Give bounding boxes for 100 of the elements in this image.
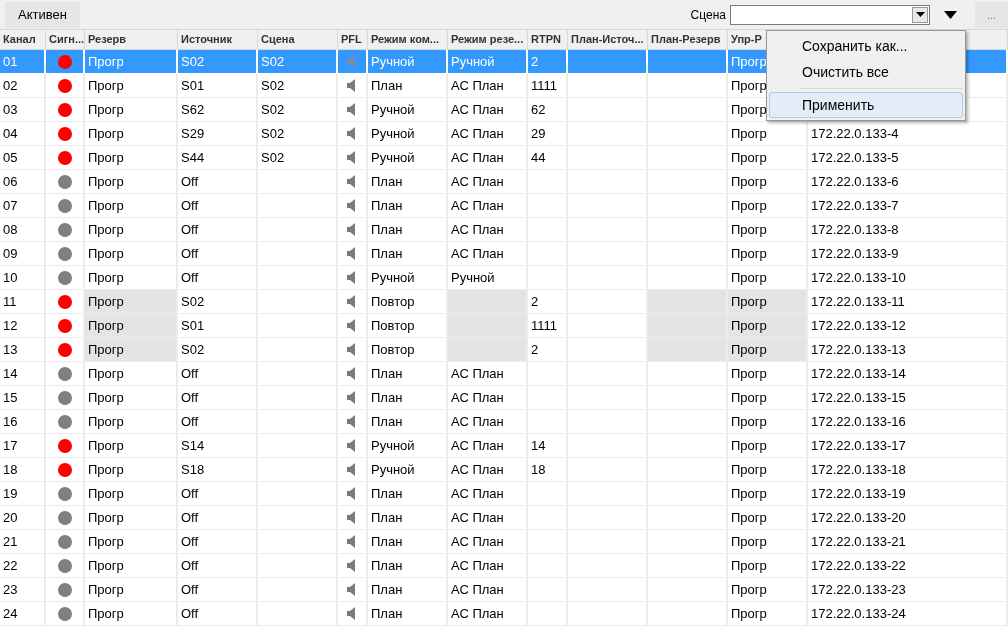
table-cell: Ручной — [368, 122, 448, 146]
speaker-icon[interactable] — [347, 583, 357, 596]
table-cell: 01 — [0, 50, 46, 74]
table-row[interactable]: 04 Прогр S29 S02 Ручной АС План 29 Прогр 172.22.0.133-4 — [0, 122, 1008, 146]
speaker-icon[interactable] — [347, 343, 357, 356]
speaker-icon[interactable] — [347, 415, 357, 428]
table-cell: Off — [178, 602, 258, 626]
table-cell: 172.22.0.133-19 — [808, 482, 1008, 506]
table-cell: Off — [178, 506, 258, 530]
scene-combobox[interactable] — [730, 4, 930, 25]
table-cell: АС План — [448, 170, 528, 194]
table-cell: 172.22.0.133-21 — [808, 530, 1008, 554]
table-cell: АС План — [448, 506, 528, 530]
table-row[interactable]: 13 Прогр S02 Повтор 2 Прогр 172.22.0.133-13 — [0, 338, 1008, 362]
table-cell: Прогр — [85, 602, 178, 626]
status-button[interactable]: Активен — [5, 1, 80, 28]
speaker-icon[interactable] — [347, 463, 357, 476]
table-cell: План — [368, 530, 448, 554]
table-row[interactable]: 15 Прогр Off План АС План Прогр 172.22.0.133-15 — [0, 386, 1008, 410]
table-cell: 172.22.0.133-11 — [808, 290, 1008, 314]
table-cell: Прогр — [728, 290, 808, 314]
speaker-icon[interactable] — [347, 439, 357, 452]
table-cell: Прогр — [728, 506, 808, 530]
speaker-icon[interactable] — [347, 559, 357, 572]
table-cell: Off — [178, 194, 258, 218]
table-cell: Ручной — [368, 146, 448, 170]
speaker-icon[interactable] — [347, 487, 357, 500]
more-button[interactable]: ... — [975, 1, 1008, 28]
table-row[interactable]: 23 Прогр Off План АС План Прогр 172.22.0.133-23 — [0, 578, 1008, 602]
table-cell: 21 — [0, 530, 46, 554]
table-row[interactable]: 05 Прогр S44 S02 Ручной АС План 44 Прогр 172.22.0.133-5 — [0, 146, 1008, 170]
table-row[interactable]: 06 Прогр Off План АС План Прогр 172.22.0.133-6 — [0, 170, 1008, 194]
speaker-icon[interactable] — [347, 103, 357, 116]
speaker-icon[interactable] — [347, 319, 357, 332]
table-cell: Прогр — [85, 386, 178, 410]
table-row[interactable]: 24 Прогр Off План АС План Прогр 172.22.0.133-24 — [0, 602, 1008, 626]
speaker-icon[interactable] — [347, 127, 357, 140]
table-row[interactable]: 14 Прогр Off План АС План Прогр 172.22.0.133-14 — [0, 362, 1008, 386]
table-cell: Off — [178, 362, 258, 386]
speaker-icon[interactable] — [347, 199, 357, 212]
table-row[interactable]: 07 Прогр Off План АС План Прогр 172.22.0.133-7 — [0, 194, 1008, 218]
speaker-icon[interactable] — [347, 391, 357, 404]
table-cell: S01 — [178, 314, 258, 338]
table-cell: 10 — [0, 266, 46, 290]
table-cell: S44 — [178, 146, 258, 170]
table-cell: 1111 — [528, 74, 568, 98]
speaker-icon[interactable] — [347, 151, 357, 164]
speaker-icon[interactable] — [347, 607, 357, 620]
table-cell: Прогр — [85, 242, 178, 266]
table-cell: АС План — [448, 146, 528, 170]
table-row[interactable]: 17 Прогр S14 Ручной АС План 14 Прогр 172.22.0.133-17 — [0, 434, 1008, 458]
speaker-icon[interactable] — [347, 271, 357, 284]
table-row[interactable]: 21 Прогр Off План АС План Прогр 172.22.0.133-21 — [0, 530, 1008, 554]
table-row[interactable]: 12 Прогр S01 Повтор 1111 Прогр 172.22.0.133-12 — [0, 314, 1008, 338]
table-row[interactable]: 18 Прогр S18 Ручной АС План 18 Прогр 172.22.0.133-18 — [0, 458, 1008, 482]
table-cell: План — [368, 410, 448, 434]
table-cell: АС План — [448, 530, 528, 554]
table-cell: Прогр — [728, 242, 808, 266]
table-cell: 172.22.0.133-7 — [808, 194, 1008, 218]
table-cell: АС План — [448, 458, 528, 482]
table-cell: План — [368, 194, 448, 218]
speaker-icon[interactable] — [347, 223, 357, 236]
table-cell: Off — [178, 482, 258, 506]
table-cell: Off — [178, 386, 258, 410]
table-cell: Прогр — [85, 98, 178, 122]
table-row[interactable]: 20 Прогр Off План АС План Прогр 172.22.0.133-20 — [0, 506, 1008, 530]
table-cell: 19 — [0, 482, 46, 506]
table-cell: 172.22.0.133-23 — [808, 578, 1008, 602]
table-cell: 23 — [0, 578, 46, 602]
table-cell: Прогр — [728, 386, 808, 410]
table-cell: 172.22.0.133-10 — [808, 266, 1008, 290]
speaker-icon[interactable] — [347, 511, 357, 524]
table-cell: АС План — [448, 362, 528, 386]
table-row[interactable]: 22 Прогр Off План АС План Прогр 172.22.0.133-22 — [0, 554, 1008, 578]
table-cell: Прогр — [728, 362, 808, 386]
speaker-icon[interactable] — [347, 535, 357, 548]
speaker-icon[interactable] — [347, 175, 357, 188]
table-cell: S62 — [178, 98, 258, 122]
table-cell: План — [368, 482, 448, 506]
menu-item[interactable]: Применить — [769, 92, 963, 118]
speaker-icon[interactable] — [347, 367, 357, 380]
table-cell: Прогр — [85, 410, 178, 434]
speaker-icon[interactable] — [347, 79, 357, 92]
table-cell: Off — [178, 554, 258, 578]
table-cell: 2 — [528, 338, 568, 362]
speaker-icon[interactable] — [347, 247, 357, 260]
speaker-icon[interactable] — [347, 295, 357, 308]
table-row[interactable]: 16 Прогр Off План АС План Прогр 172.22.0.133-16 — [0, 410, 1008, 434]
table-cell: Прогр — [728, 410, 808, 434]
table-row[interactable]: 19 Прогр Off План АС План Прогр 172.22.0.133-19 — [0, 482, 1008, 506]
table-cell: Прогр — [85, 50, 178, 74]
table-cell: Ручной — [368, 98, 448, 122]
table-row[interactable]: 09 Прогр Off План АС План Прогр 172.22.0.133-9 — [0, 242, 1008, 266]
table-cell: АС План — [448, 122, 528, 146]
table-cell: 09 — [0, 242, 46, 266]
table-row[interactable]: 11 Прогр S02 Повтор 2 Прогр 172.22.0.133-11 — [0, 290, 1008, 314]
table-row[interactable]: 08 Прогр Off План АС План Прогр 172.22.0.133-8 — [0, 218, 1008, 242]
table-cell: АС План — [448, 578, 528, 602]
table-cell: 22 — [0, 554, 46, 578]
table-cell: Off — [178, 530, 258, 554]
